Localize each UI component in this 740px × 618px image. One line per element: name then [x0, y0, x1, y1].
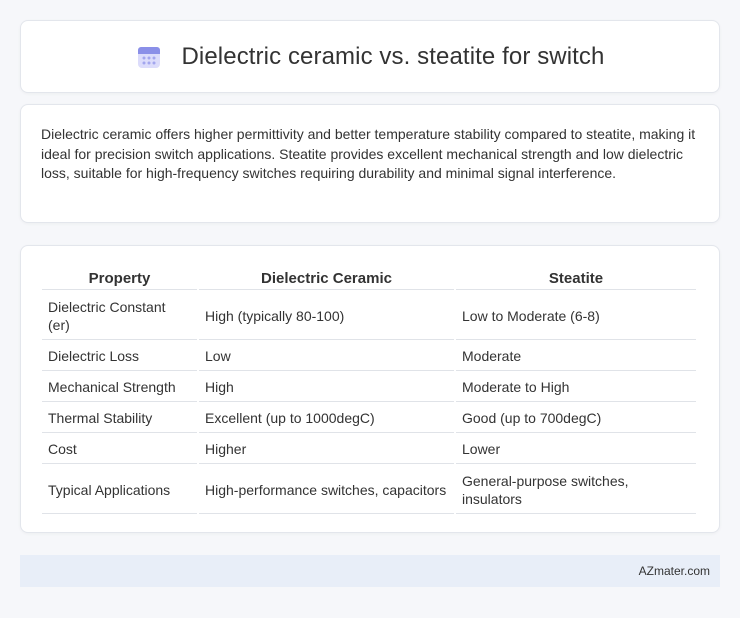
table-cell: Moderate	[456, 342, 696, 371]
table-row: Cost Higher Lower	[42, 435, 696, 464]
title-wrap: Dielectric ceramic vs. steatite for swit…	[136, 43, 605, 71]
footer-site-label: AZmater.com	[638, 564, 710, 578]
table-row: Typical Applications High-performance sw…	[42, 466, 696, 514]
table-cell: Low to Moderate (6-8)	[456, 292, 696, 340]
table-cell: Low	[199, 342, 454, 371]
table-cell: Moderate to High	[456, 373, 696, 402]
table-row: Mechanical Strength High Moderate to Hig…	[42, 373, 696, 402]
summary-text: Dielectric ceramic offers higher permitt…	[41, 126, 696, 181]
table-row: Dielectric Constant (er) High (typically…	[42, 292, 696, 340]
title-card: Dielectric ceramic vs. steatite for swit…	[20, 20, 720, 93]
summary-card: Dielectric ceramic offers higher permitt…	[20, 104, 720, 223]
table-cell: Dielectric Loss	[42, 342, 197, 371]
table-cell: Excellent (up to 1000degC)	[199, 404, 454, 433]
table-cell: Cost	[42, 435, 197, 464]
table-cell: High (typically 80-100)	[199, 292, 454, 340]
header-property: Property	[42, 266, 197, 290]
table-cell: Thermal Stability	[42, 404, 197, 433]
footer: AZmater.com	[20, 555, 720, 587]
table-cell: Higher	[199, 435, 454, 464]
table-cell: General-purpose switches, insulators	[456, 466, 696, 514]
comparison-table: Property Dielectric Ceramic Steatite Die…	[40, 264, 698, 516]
table-cell: Good (up to 700degC)	[456, 404, 696, 433]
table-row: Dielectric Loss Low Moderate	[42, 342, 696, 371]
table-cell: Dielectric Constant (er)	[42, 292, 197, 340]
table-cell: High-performance switches, capacitors	[199, 466, 454, 514]
table-cell: High	[199, 373, 454, 402]
page-title: Dielectric ceramic vs. steatite for swit…	[181, 42, 605, 70]
table-cell: Typical Applications	[42, 466, 197, 514]
table-header-row: Property Dielectric Ceramic Steatite	[42, 266, 696, 290]
table-cell: Mechanical Strength	[42, 373, 197, 402]
table-row: Thermal Stability Excellent (up to 1000d…	[42, 404, 696, 433]
comparison-table-card: Property Dielectric Ceramic Steatite Die…	[20, 245, 720, 533]
header-steatite: Steatite	[456, 266, 696, 290]
table-cell: Lower	[456, 435, 696, 464]
header-dielectric-ceramic: Dielectric Ceramic	[199, 266, 454, 290]
calendar-icon	[136, 44, 162, 70]
